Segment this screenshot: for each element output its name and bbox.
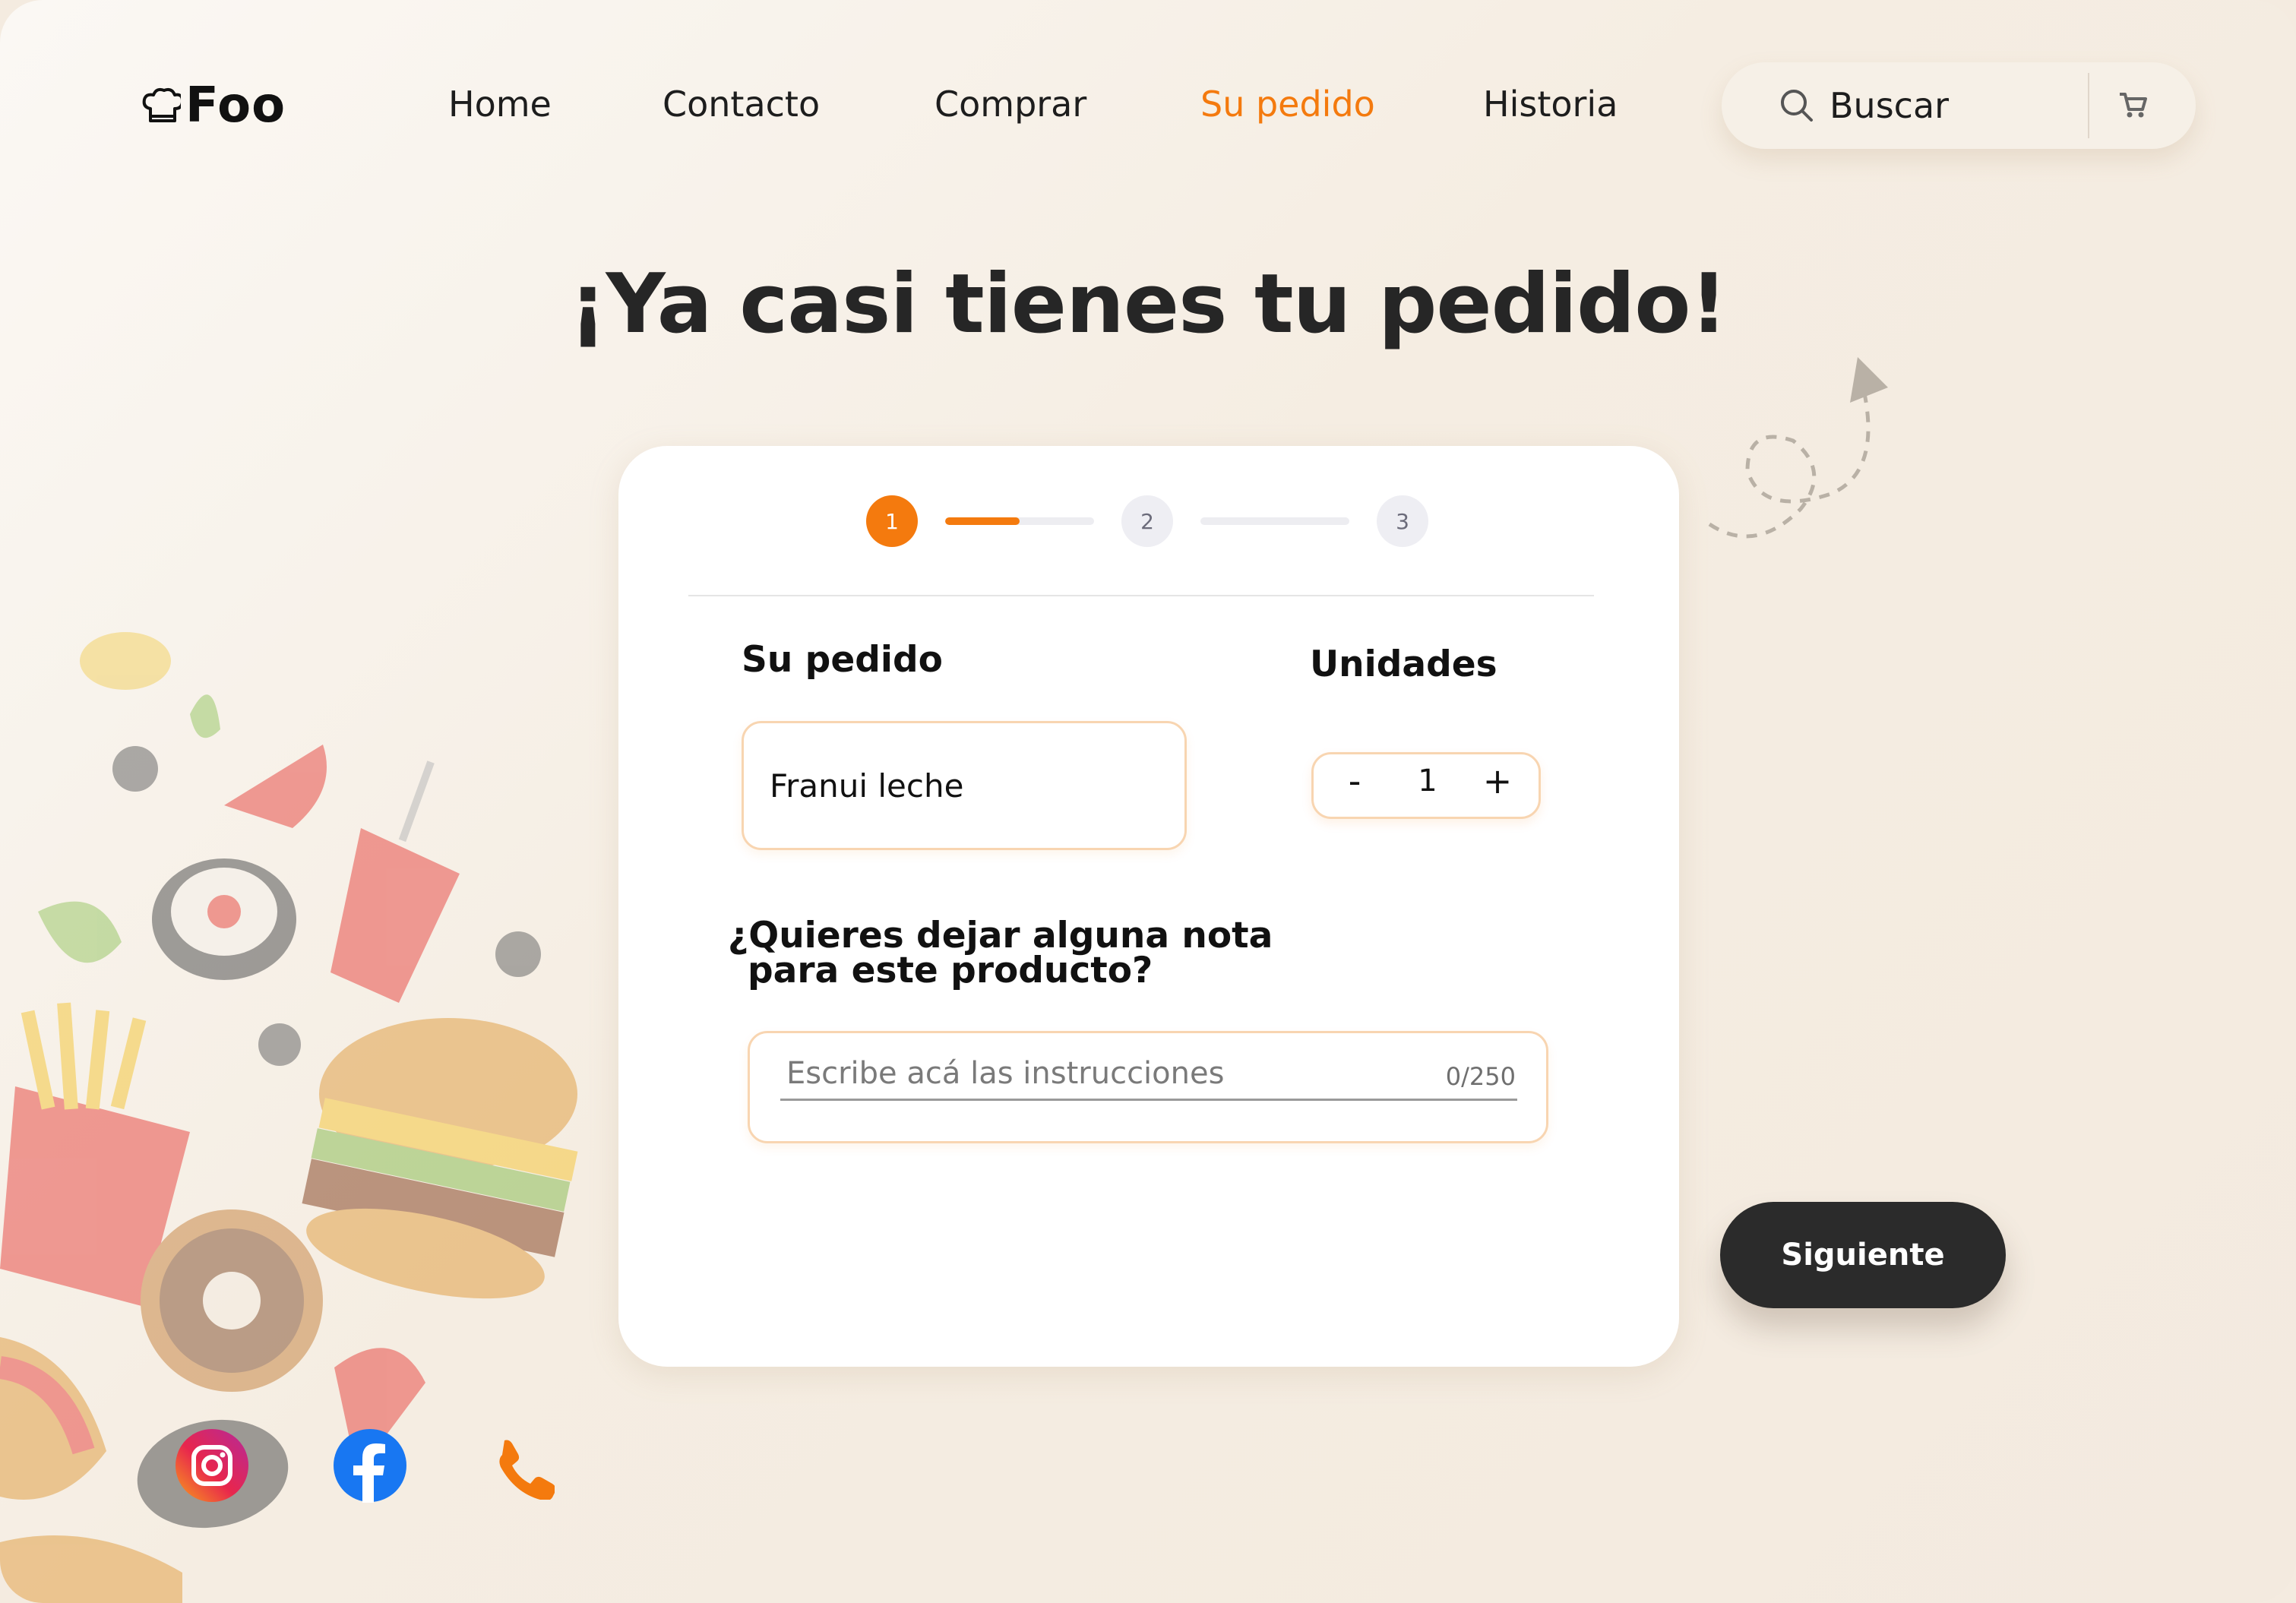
- search-bar: [1722, 62, 2196, 149]
- note-input[interactable]: [785, 1050, 1441, 1097]
- nav-historia[interactable]: Historia: [1483, 84, 1618, 125]
- search-divider: [2088, 73, 2089, 138]
- top-navigation: Foo Home Contacto Comprar Su pedido Hist…: [0, 0, 2296, 213]
- food-illustration: [0, 632, 578, 1603]
- next-button[interactable]: Siguiente: [1720, 1202, 2006, 1308]
- note-field: 0/250: [748, 1031, 1548, 1143]
- card-divider: [688, 595, 1594, 596]
- note-underline: [780, 1099, 1517, 1101]
- nav-contacto[interactable]: Contacto: [663, 84, 820, 125]
- search-input[interactable]: [1828, 81, 2059, 131]
- note-question-line1: ¿Quieres dejar alguna nota: [728, 915, 1273, 956]
- quantity-value: 1: [1418, 764, 1437, 798]
- increment-button[interactable]: +: [1475, 760, 1520, 802]
- step-3[interactable]: 3: [1377, 495, 1428, 547]
- step-bar-1: [945, 517, 1094, 525]
- step-bar-1-fill: [945, 517, 1020, 525]
- taco: [0, 1535, 182, 1603]
- brand-logo[interactable]: Foo: [141, 77, 286, 134]
- step-bar-2: [1200, 517, 1349, 525]
- olive-2: [495, 931, 541, 977]
- step-2[interactable]: 2: [1121, 495, 1173, 547]
- note-question: ¿Quieres dejar alguna nota para este pro…: [728, 918, 1273, 988]
- leaf: [190, 694, 220, 738]
- arrow-head: [1850, 357, 1888, 403]
- facebook-icon[interactable]: [333, 1428, 407, 1503]
- lettuce-leaf: [38, 901, 122, 963]
- page: Foo Home Contacto Comprar Su pedido Hist…: [0, 0, 2296, 1603]
- nav-comprar[interactable]: Comprar: [935, 84, 1086, 125]
- tomato-slice: [224, 745, 327, 828]
- phone-icon[interactable]: [489, 1434, 555, 1500]
- units-label: Unidades: [1310, 643, 1497, 685]
- olive-3: [258, 1023, 301, 1066]
- step-1[interactable]: 1: [866, 495, 918, 547]
- olive: [112, 746, 158, 792]
- dashed-arrow-decoration: [1708, 357, 1888, 539]
- decrement-button[interactable]: -: [1332, 760, 1377, 802]
- chef-hat-icon: [142, 87, 181, 122]
- nav-home[interactable]: Home: [448, 84, 552, 125]
- product-field[interactable]: Franui leche: [742, 721, 1187, 850]
- soda-cup: [330, 828, 460, 1003]
- brand-name: Foo: [185, 77, 286, 134]
- product-label: Su pedido: [742, 639, 943, 681]
- instagram-icon[interactable]: [175, 1428, 249, 1503]
- note-question-line2: para este producto?: [748, 950, 1153, 991]
- nav-su-pedido[interactable]: Su pedido: [1200, 84, 1375, 125]
- quantity-stepper: - 1 +: [1311, 752, 1541, 819]
- cheese-bite: [80, 632, 171, 690]
- cart-icon[interactable]: [2117, 90, 2149, 122]
- search-icon[interactable]: [1778, 87, 1816, 125]
- page-title: ¡Ya casi tienes tu pedido!: [569, 257, 1728, 352]
- order-card: 1 2 3 Su pedido Unidades Franui leche - …: [618, 446, 1679, 1367]
- note-char-counter: 0/250: [1445, 1062, 1516, 1091]
